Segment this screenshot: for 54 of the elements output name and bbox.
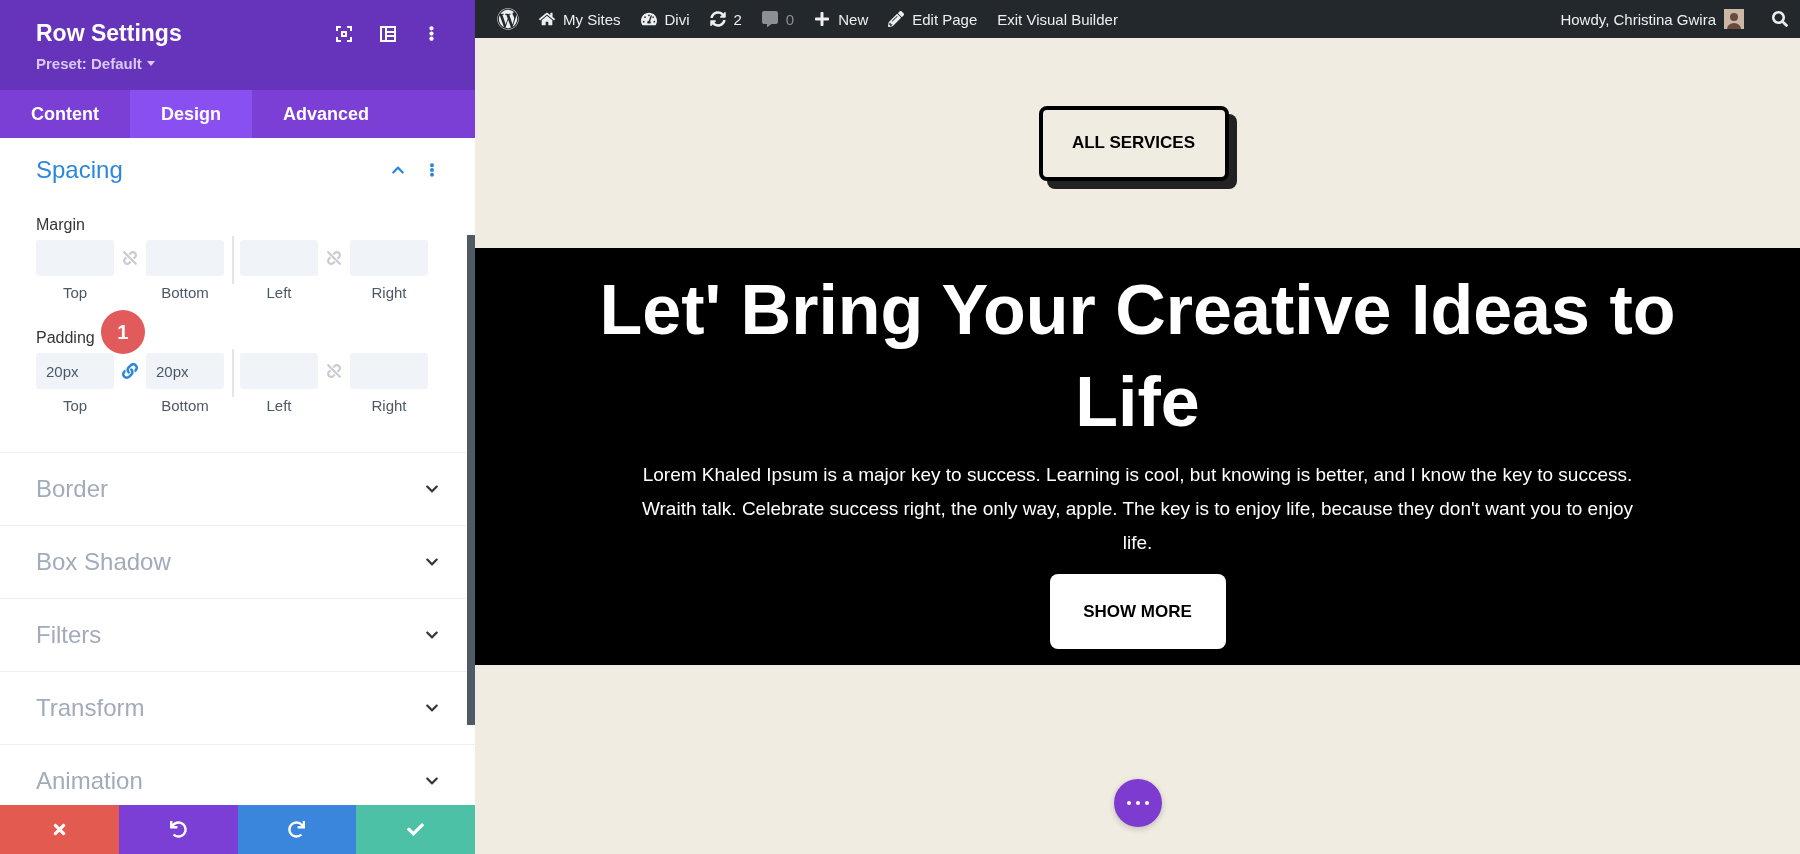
- redo-icon: [288, 821, 306, 838]
- account-menu[interactable]: Howdy, Christina Gwira: [1550, 9, 1754, 29]
- field-caption: Top: [62, 397, 88, 414]
- search-icon[interactable]: [1772, 11, 1788, 27]
- input-field[interactable]: 20px: [146, 353, 224, 389]
- toolbar-link[interactable]: New: [804, 10, 879, 28]
- field-caption: Right: [371, 284, 407, 301]
- check-icon: [407, 821, 425, 838]
- undo-button[interactable]: [118, 805, 238, 854]
- field-caption: Right: [371, 397, 407, 414]
- plus-icon: [814, 11, 831, 27]
- avatar-icon: [1724, 9, 1744, 29]
- dots-icon: [1126, 801, 1149, 805]
- link-icon: [122, 363, 138, 379]
- unlink-icon: [327, 364, 341, 378]
- scrollbar[interactable]: [467, 235, 475, 725]
- field-caption: Left: [266, 397, 292, 414]
- toolbar-link[interactable]: 0: [751, 10, 805, 28]
- gauge-icon: [640, 11, 657, 27]
- redo-button[interactable]: [237, 805, 357, 854]
- toolbar-link[interactable]: Exit Visual Builder: [987, 10, 1128, 28]
- focus-icon[interactable]: [336, 26, 352, 42]
- preset-dropdown[interactable]: Preset: Default: [36, 55, 182, 72]
- step-badge: 1: [100, 310, 145, 354]
- unlink-icon: [327, 251, 341, 265]
- tab[interactable]: Content: [0, 90, 130, 138]
- tab[interactable]: Advanced: [252, 90, 401, 138]
- layout-icon[interactable]: [380, 26, 396, 42]
- section-title[interactable]: Spacing: [36, 156, 123, 184]
- caret-icon: [146, 61, 155, 66]
- toolbar-link[interactable]: My Sites: [529, 10, 631, 28]
- pencil-icon: [888, 11, 905, 27]
- field-caption: Top: [62, 284, 88, 301]
- refresh-icon: [709, 11, 726, 27]
- tab[interactable]: Design: [130, 90, 252, 138]
- panel-title: Row Settings: [36, 20, 182, 47]
- field-label: Margin: [36, 216, 85, 234]
- toolbar-link[interactable]: Divi: [630, 10, 700, 28]
- toolbar-link[interactable]: 2: [699, 10, 752, 28]
- wordpress-icon: [497, 8, 519, 30]
- hero-heading: Let' Bring Your Creative Ideas to Life: [598, 270, 1677, 443]
- unlink-icon: [123, 251, 137, 265]
- comment-icon: [761, 11, 778, 27]
- field-label: Padding: [36, 329, 95, 347]
- field-caption: Left: [266, 284, 292, 301]
- options-button[interactable]: [1113, 779, 1162, 827]
- hero-paragraph: Lorem Khaled Ipsum is a major key to success. Learning is cool, but knowing is better, and I know the key to success. Wraith talk. Celebrate success right, the only way, apple. The key is to enjoy life, because they don't want you to enjoy life.: [640, 463, 1635, 555]
- house-icon: [539, 11, 555, 27]
- field-caption: Bottom: [161, 397, 209, 414]
- field-caption: Bottom: [161, 284, 209, 301]
- toolbar-link[interactable]: Edit Page: [878, 10, 988, 28]
- input-field[interactable]: 20px: [36, 353, 114, 389]
- show-more-button[interactable]: SHOW MORE: [1049, 574, 1226, 649]
- undo-icon: [169, 821, 187, 838]
